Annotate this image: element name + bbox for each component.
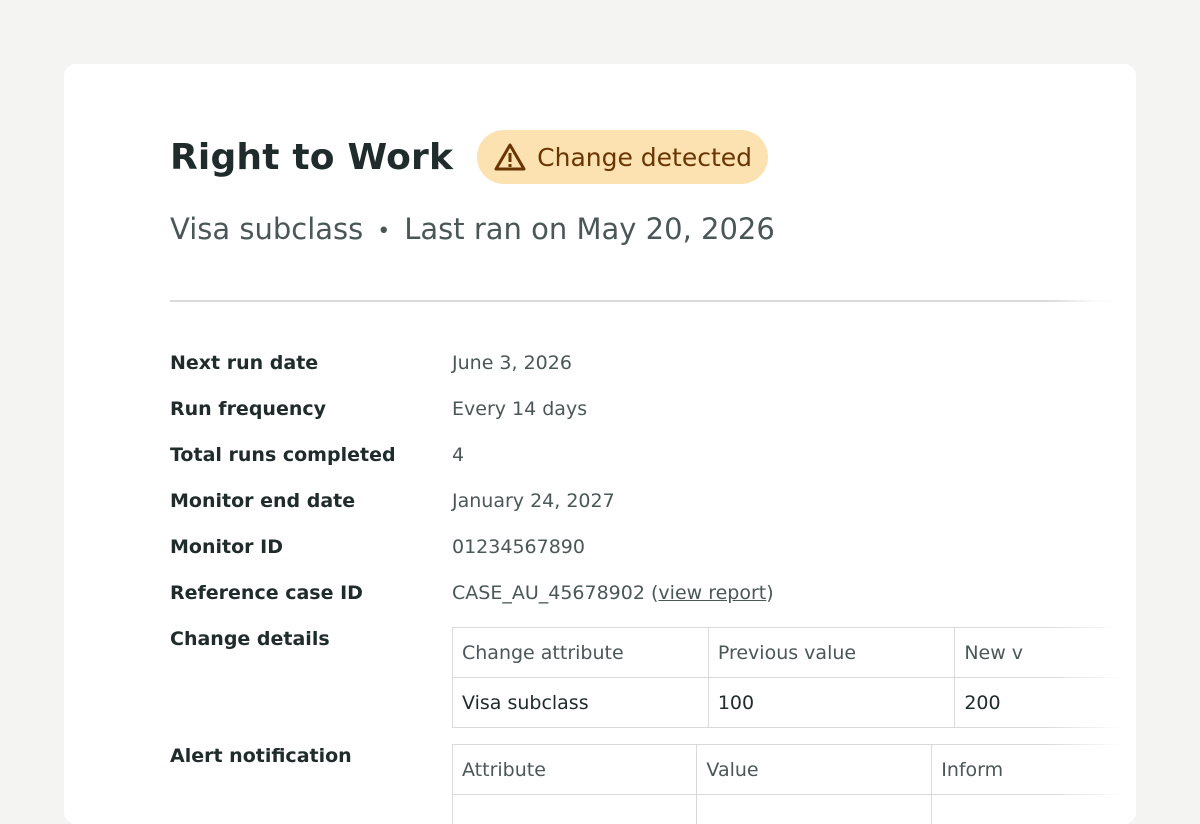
- detail-value: 01234567890: [452, 536, 585, 558]
- table-header-cell: Change attribute: [453, 628, 709, 678]
- detail-label: Run frequency: [170, 398, 326, 420]
- detail-label: Reference case ID: [170, 582, 363, 604]
- table-header-row: Change attribute Previous value New v: [453, 628, 1137, 678]
- subtitle-last-ran: Last ran on May 20, 2026: [404, 212, 775, 246]
- table-header-row: Attribute Value Inform: [453, 745, 1137, 795]
- page-subtitle: Visa subclass • Last ran on May 20, 2026: [170, 212, 775, 246]
- status-badge-label: Change detected: [537, 143, 752, 172]
- alert-notification-table: Attribute Value Inform: [452, 744, 1136, 824]
- paren-close: ): [766, 582, 773, 604]
- title-row: Right to Work Change detected: [170, 130, 768, 184]
- reference-case-id: CASE_AU_45678902: [452, 582, 645, 604]
- detail-value: Every 14 days: [452, 398, 587, 420]
- detail-label: Next run date: [170, 352, 318, 374]
- table-cell: [932, 795, 1136, 824]
- subtitle-separator: •: [377, 219, 390, 244]
- detail-value: CASE_AU_45678902 (view report): [452, 582, 774, 604]
- detail-label: Change details: [170, 628, 330, 650]
- page-title: Right to Work: [170, 137, 453, 178]
- table-cell: [697, 795, 932, 824]
- detail-label: Alert notification: [170, 745, 352, 767]
- table-cell: Visa subclass: [453, 678, 709, 728]
- table-row: [453, 795, 1137, 824]
- change-details-table: Change attribute Previous value New v Vi…: [452, 627, 1136, 728]
- right-edge-fade: [1046, 284, 1136, 824]
- table-header-cell: Value: [697, 745, 932, 795]
- table-cell: 200: [955, 678, 1136, 728]
- detail-label: Monitor ID: [170, 536, 283, 558]
- detail-value: June 3, 2026: [452, 352, 572, 374]
- table-cell: 100: [708, 678, 954, 728]
- detail-value: January 24, 2027: [452, 490, 615, 512]
- subtitle-check-type: Visa subclass: [170, 212, 363, 246]
- table-header-cell: Attribute: [453, 745, 697, 795]
- warning-triangle-icon: [493, 142, 527, 172]
- monitor-card: Right to Work Change detected Visa subcl…: [64, 64, 1136, 824]
- detail-value: 4: [452, 444, 464, 466]
- status-badge: Change detected: [477, 130, 768, 184]
- table-header-cell: Previous value: [708, 628, 954, 678]
- table-header-cell: Inform: [932, 745, 1136, 795]
- table-cell: [453, 795, 697, 824]
- detail-label: Monitor end date: [170, 490, 355, 512]
- table-row: Visa subclass 100 200: [453, 678, 1137, 728]
- view-report-link[interactable]: view report: [658, 582, 766, 604]
- table-header-cell: New v: [955, 628, 1136, 678]
- header-divider: [170, 300, 1136, 302]
- detail-label: Total runs completed: [170, 444, 396, 466]
